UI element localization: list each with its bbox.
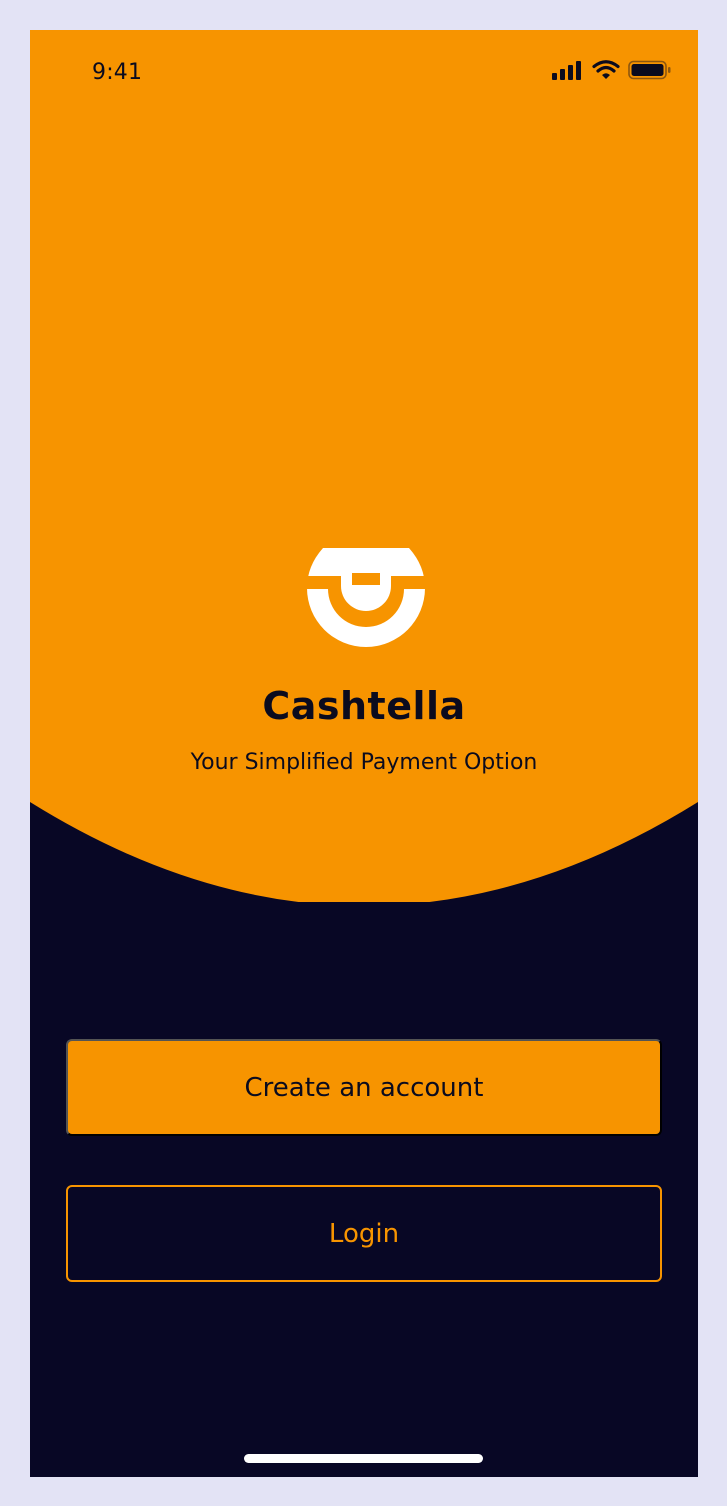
phone-screen: 9:41 Cashtella Your Simplified Payment O… bbox=[30, 30, 698, 1477]
app-tagline: Your Simplified Payment Option bbox=[190, 750, 538, 775]
status-icons bbox=[552, 60, 672, 84]
home-indicator[interactable] bbox=[244, 1454, 483, 1463]
battery-icon bbox=[628, 60, 672, 84]
create-account-button[interactable]: Create an account bbox=[66, 1039, 662, 1136]
login-button[interactable]: Login bbox=[66, 1185, 662, 1282]
wifi-icon bbox=[592, 60, 620, 84]
status-bar: 9:41 bbox=[30, 30, 698, 118]
app-name: Cashtella bbox=[262, 684, 466, 728]
cashtella-logo-icon bbox=[305, 546, 427, 658]
cellular-signal-icon bbox=[552, 60, 584, 84]
status-time: 9:41 bbox=[92, 60, 143, 85]
